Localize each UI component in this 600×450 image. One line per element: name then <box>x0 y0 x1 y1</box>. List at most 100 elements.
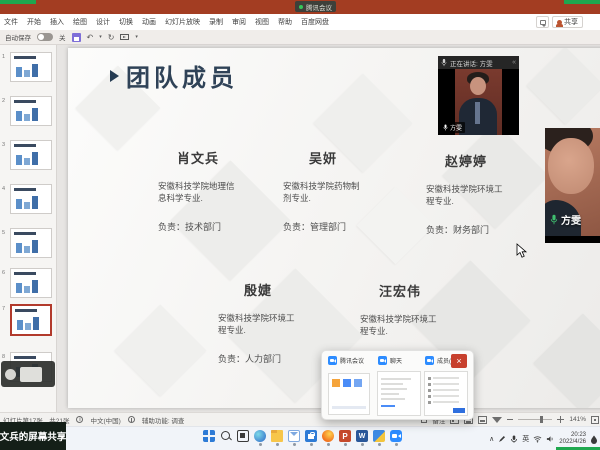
comment-icon <box>540 20 546 25</box>
taskbar-icon-task-view[interactable] <box>237 430 249 446</box>
preview-window-members[interactable] <box>424 371 468 416</box>
meeting-app-icon <box>425 356 434 365</box>
speaker-name-chip: 方雯 <box>440 122 465 133</box>
clock-time: 20:23 <box>559 432 586 439</box>
slide-thumbnail-5[interactable]: 5 <box>0 228 57 262</box>
share-button[interactable]: 共享 <box>552 16 583 28</box>
reading-view-icon[interactable] <box>478 416 487 424</box>
tab-review[interactable]: 审阅 <box>232 17 246 27</box>
zoom-out-icon[interactable] <box>507 419 513 420</box>
word-letter: W <box>359 433 366 440</box>
taskbar-icon-word[interactable]: W <box>356 430 368 446</box>
notification-icon[interactable] <box>590 435 598 444</box>
fit-slide-icon[interactable] <box>591 416 599 424</box>
slide-thumbnail-2[interactable]: 2 <box>0 96 57 130</box>
tab-transitions[interactable]: 切换 <box>119 17 133 27</box>
tab-baidu-netdisk[interactable]: 百度网盘 <box>301 17 329 27</box>
camera-off-icon <box>5 369 16 380</box>
taskbar-icon-mail[interactable] <box>288 430 300 446</box>
slide-thumbnail-4[interactable]: 4 <box>0 184 57 218</box>
meeting-share-badge[interactable]: 腾讯会议 <box>295 1 336 12</box>
preview-close-button[interactable]: × <box>451 354 467 368</box>
thumb-number: 1 <box>2 54 5 60</box>
redo-icon[interactable]: ↻ <box>108 33 115 42</box>
taskbar-icon-powerpoint[interactable]: P <box>339 430 351 446</box>
mic-on-icon <box>550 214 558 225</box>
speaker-video-window[interactable]: 正在讲话: 方雯 « 方雯 <box>438 56 519 135</box>
member-school: 安徽科技学院地理信息科学专业. <box>158 180 238 204</box>
screen-share-banner-text: 文兵的屏幕共享 <box>0 429 66 443</box>
pen-icon[interactable] <box>498 435 506 443</box>
slide-thumbnail-6[interactable]: 6 <box>0 268 57 302</box>
slide-thumbnail-7-selected[interactable]: 7 <box>0 304 57 338</box>
taskbar-clock[interactable]: 20:23 2022/4/26 <box>559 432 586 446</box>
zoom-slider-thumb[interactable] <box>540 416 543 423</box>
tab-help[interactable]: 帮助 <box>278 17 292 27</box>
tab-design[interactable]: 设计 <box>96 17 110 27</box>
undo-caret-icon[interactable]: ▾ <box>99 34 102 40</box>
slide-title-text: 团队成员 <box>126 58 238 93</box>
slide-thumbnail-1[interactable]: 1 <box>0 52 57 86</box>
meeting-mini-window[interactable] <box>1 361 55 387</box>
accessibility-status[interactable]: 辅助功能: 调查 <box>142 415 185 425</box>
taskbar-icon-meeting[interactable] <box>390 430 402 446</box>
quick-access-toolbar: 自动保存 关 ↶ ▾ ↻ ▾ <box>0 30 600 45</box>
zoom-level[interactable]: 141% <box>569 416 586 423</box>
taskbar-icon-start[interactable] <box>203 430 215 446</box>
taskbar-icon-file-explorer[interactable] <box>271 430 283 446</box>
save-icon[interactable] <box>72 33 81 42</box>
undo-icon[interactable]: ↶ <box>87 33 94 42</box>
thumbnail-preview <box>10 304 52 336</box>
side-video-letterbox <box>545 236 600 243</box>
taskbar-icon-store[interactable] <box>305 430 317 446</box>
tab-view[interactable]: 视图 <box>255 17 269 27</box>
speaker-video-header: 正在讲话: 方雯 « <box>438 56 519 69</box>
comments-button[interactable] <box>536 16 549 28</box>
autosave-toggle[interactable] <box>37 33 53 41</box>
preview-header-chat: 聊天 <box>378 356 402 365</box>
ppt-letter: P <box>342 432 347 441</box>
side-video-window[interactable]: 方雯 <box>545 128 600 236</box>
taskbar-icon-search[interactable] <box>220 430 232 446</box>
tab-draw[interactable]: 绘图 <box>73 17 87 27</box>
collapse-icon[interactable]: « <box>512 59 516 66</box>
thumb-number: 3 <box>2 142 5 148</box>
zoom-slider[interactable] <box>518 419 552 420</box>
language-status[interactable]: 中文(中国) <box>90 415 120 425</box>
member-name: 肖文兵 <box>158 148 238 167</box>
preview-window-meeting[interactable] <box>328 373 370 415</box>
info-glyph: i <box>79 416 80 423</box>
tab-home[interactable]: 开始 <box>27 17 41 27</box>
taskbar-icon-edge[interactable] <box>254 430 266 446</box>
taskbar-icon-netdisk[interactable] <box>373 430 385 446</box>
volume-icon[interactable] <box>546 435 555 443</box>
info-icon[interactable]: i <box>76 416 83 423</box>
zoom-in-icon[interactable] <box>557 416 564 423</box>
tab-slideshow[interactable]: 幻灯片放映 <box>165 17 200 27</box>
tab-file[interactable]: 文件 <box>4 17 18 27</box>
thumb-number: 2 <box>2 98 5 104</box>
meeting-app-icon <box>328 356 337 365</box>
slide-thumbnail-3[interactable]: 3 <box>0 140 57 174</box>
tab-record[interactable]: 录制 <box>209 17 223 27</box>
side-video-name: 方雯 <box>561 212 581 227</box>
tab-animations[interactable]: 动画 <box>142 17 156 27</box>
member-name: 赵婷婷 <box>426 151 506 170</box>
taskbar-icon-firefox[interactable] <box>322 430 334 446</box>
qat-overflow-icon[interactable]: ▾ <box>135 34 138 40</box>
team-member-1: 肖文兵 安徽科技学院地理信息科学专业. 负责：技术部门 <box>158 148 238 233</box>
thumb-number: 8 <box>2 354 5 360</box>
share-person-icon <box>557 20 562 25</box>
mouse-cursor <box>516 243 528 264</box>
preview-window-chat[interactable] <box>377 371 421 416</box>
start-slideshow-icon[interactable] <box>120 34 129 40</box>
meeting-app-icon <box>378 356 387 365</box>
tray-chevron-icon[interactable]: ∧ <box>489 435 494 443</box>
ime-indicator[interactable]: 英 <box>522 434 529 444</box>
wifi-icon[interactable] <box>533 435 542 443</box>
mic-tray-icon[interactable] <box>510 435 518 443</box>
preview-title: 聊天 <box>390 356 402 365</box>
slideshow-view-icon[interactable] <box>492 417 502 423</box>
preview-title: 腾讯会议 <box>340 356 364 365</box>
tab-insert[interactable]: 插入 <box>50 17 64 27</box>
